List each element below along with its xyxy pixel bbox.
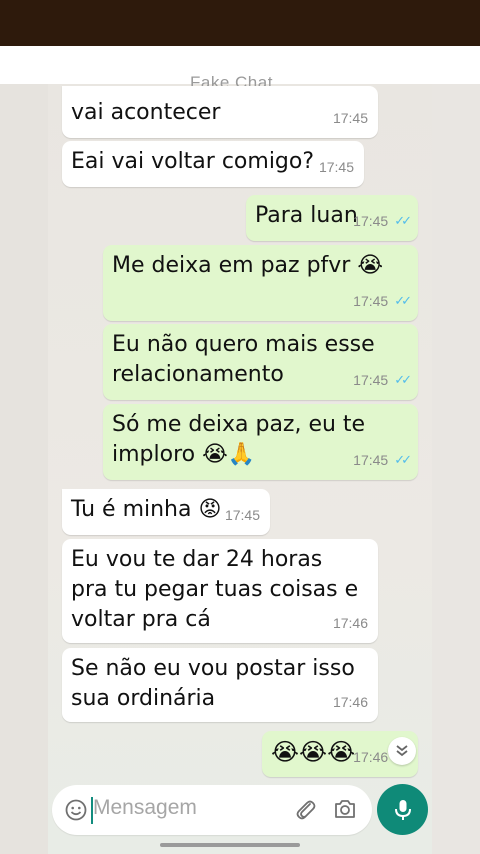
message-time: 17:46 bbox=[332, 615, 368, 631]
read-receipt-icon: ✓✓ bbox=[394, 213, 412, 228]
message-time: 17:45 bbox=[332, 110, 368, 126]
message-time: 17:45 bbox=[353, 293, 389, 309]
chat-margin-left bbox=[0, 84, 48, 854]
status-bar bbox=[0, 0, 480, 46]
message-bubble-outgoing[interactable]: Eu não quero mais esse relacionamento 17… bbox=[103, 324, 418, 400]
camera-icon[interactable] bbox=[333, 798, 357, 824]
message-time: 17:45 bbox=[353, 213, 389, 229]
scroll-to-bottom-button[interactable] bbox=[388, 737, 416, 765]
message-time: 17:46 bbox=[353, 749, 389, 765]
double-chevron-down-icon bbox=[396, 745, 408, 757]
message-bubble-outgoing[interactable]: Me deixa em paz pfvr 😭 17:45 ✓✓ bbox=[103, 245, 418, 321]
message-text: Eu vou te dar 24 horas pra tu pegar tuas… bbox=[71, 547, 359, 632]
message-bubble-incoming[interactable]: Eai vai voltar comigo? 17:45 bbox=[62, 141, 364, 187]
chat-margin-right bbox=[432, 84, 480, 854]
emoji-icon[interactable] bbox=[64, 798, 88, 826]
message-bubble-outgoing[interactable]: Para luan 17:45 ✓✓ bbox=[246, 195, 418, 241]
microphone-icon bbox=[394, 799, 411, 820]
message-text: Se não eu vou postar isso sua ordinária bbox=[71, 656, 355, 711]
message-bubble-incoming[interactable]: vai acontecer 17:45 bbox=[62, 86, 378, 138]
message-composer[interactable]: Mensagem bbox=[52, 785, 372, 835]
read-receipt-icon: ✓✓ bbox=[394, 372, 412, 387]
message-time: 17:46 bbox=[332, 694, 368, 710]
read-receipt-icon: ✓✓ bbox=[394, 293, 412, 308]
read-receipt-icon: ✓✓ bbox=[394, 452, 412, 467]
message-text: vai acontecer bbox=[71, 100, 221, 125]
microphone-button[interactable] bbox=[377, 784, 428, 835]
message-bubble-outgoing[interactable]: Só me deixa paz, eu te imploro 😭🙏 17:45 ✓… bbox=[103, 404, 418, 480]
message-bubble-incoming[interactable]: Eu vou te dar 24 horas pra tu pegar tuas… bbox=[62, 539, 378, 643]
paperclip-icon[interactable] bbox=[294, 797, 318, 827]
message-time: 17:45 bbox=[224, 507, 260, 523]
message-time: 17:45 bbox=[318, 159, 354, 175]
message-input-placeholder[interactable]: Mensagem bbox=[93, 796, 197, 820]
message-bubble-incoming[interactable]: Tu é minha 😡 17:45 bbox=[62, 489, 270, 535]
home-indicator bbox=[160, 843, 300, 847]
message-text: Eai vai voltar comigo? bbox=[71, 149, 315, 174]
message-text: Me deixa em paz pfvr 😭 bbox=[112, 253, 384, 278]
message-time: 17:45 bbox=[353, 452, 389, 468]
message-bubble-incoming[interactable]: Se não eu vou postar isso sua ordinária … bbox=[62, 648, 378, 722]
message-time: 17:45 bbox=[353, 372, 389, 388]
